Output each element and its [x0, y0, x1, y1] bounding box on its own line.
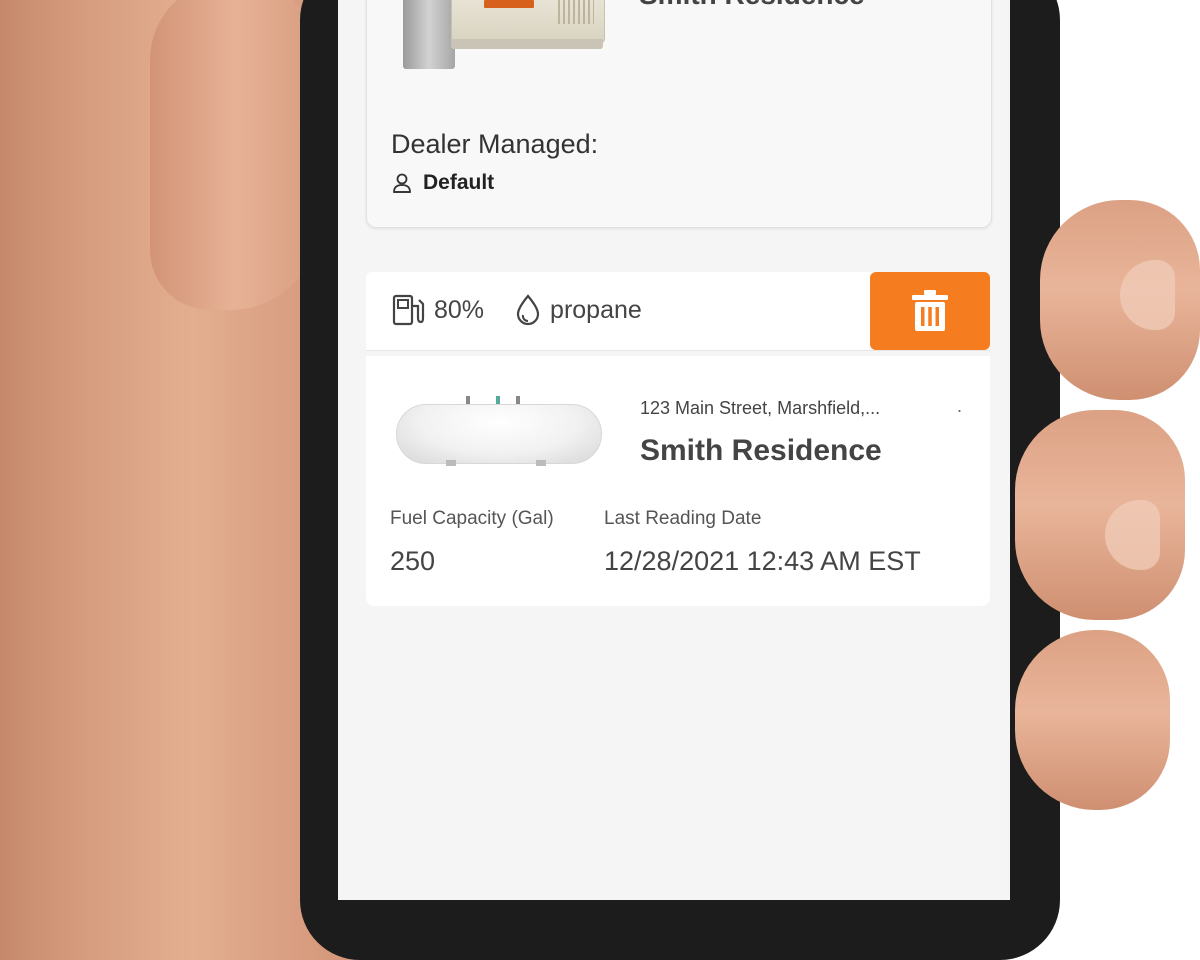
- hand-thumb: [150, 0, 405, 310]
- propane-drop-icon: [516, 294, 540, 326]
- nail-2: [1105, 500, 1160, 570]
- generator-card[interactable]: Smith Residence Dealer Managed: Default: [366, 0, 992, 228]
- tank-legs-2: [536, 460, 546, 466]
- hand-finger-ring: [1015, 630, 1170, 810]
- hand-finger-index: [1040, 200, 1200, 400]
- dealer-managed-value: Default: [423, 171, 495, 194]
- delete-button[interactable]: [870, 272, 990, 350]
- generator-body: [451, 0, 605, 43]
- tank-info-bar: 80% propane: [366, 272, 990, 351]
- tank-card[interactable]: 123 Main Street, Marshfield,... . Smith …: [366, 356, 990, 606]
- generator-cabinet: [403, 0, 455, 69]
- generator-vents: [558, 0, 594, 24]
- generator-logo: [484, 0, 534, 8]
- tank-body: [396, 404, 602, 464]
- nail: [1120, 260, 1175, 330]
- tank-card-title: Smith Residence: [640, 434, 882, 467]
- tank-meta: 80% propane: [390, 292, 642, 328]
- fuel-capacity-label: Fuel Capacity (Gal): [390, 508, 554, 529]
- dealer-person-icon: [393, 173, 411, 193]
- fuel-capacity-value: 250: [390, 546, 436, 576]
- phone-screen: Smith Residence Dealer Managed: Default …: [338, 0, 1010, 900]
- fuel-type-text: propane: [550, 295, 642, 324]
- trash-icon: [912, 290, 948, 331]
- dealer-managed-label: Dealer Managed:: [391, 129, 599, 159]
- address-trailing: .: [956, 396, 962, 416]
- generator-card-title: Smith Residence: [639, 0, 865, 11]
- fuel-pump-icon: [392, 294, 425, 326]
- last-reading-label: Last Reading Date: [604, 508, 762, 529]
- propane-tank-image: [396, 396, 602, 466]
- dealer-row: Default: [391, 171, 494, 195]
- generator-base: [451, 39, 603, 49]
- fuel-level-text: 80%: [434, 295, 485, 324]
- generator-image: [403, 0, 605, 71]
- hand-finger-middle: [1015, 410, 1185, 620]
- tank-legs: [446, 460, 456, 466]
- last-reading-value: 12/28/2021 12:43 AM EST: [604, 546, 921, 576]
- tank-address: 123 Main Street, Marshfield,...: [640, 398, 881, 418]
